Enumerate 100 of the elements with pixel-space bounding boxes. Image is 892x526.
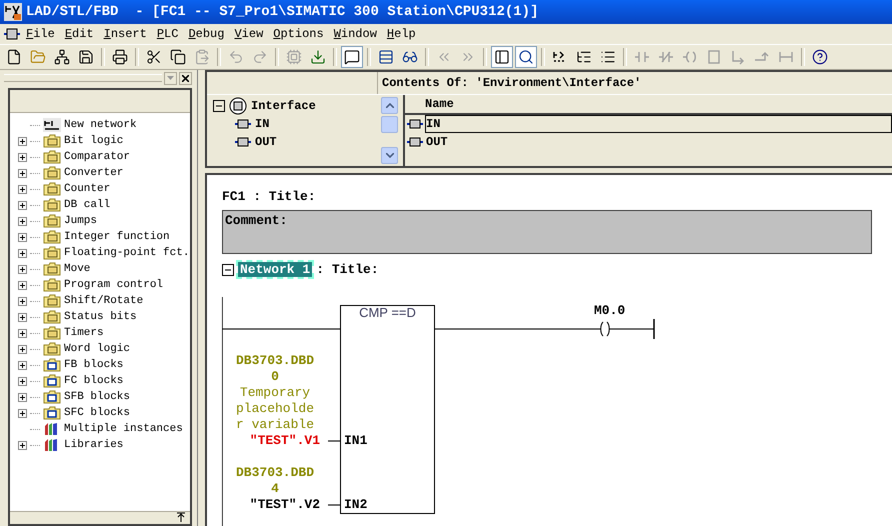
toolbar-button[interactable]	[341, 46, 363, 68]
block-type: CMP ==D	[358, 305, 417, 320]
nc-contact-icon	[658, 49, 674, 65]
catalog-label: Converter	[64, 167, 124, 179]
menu-item[interactable]: View	[230, 27, 268, 41]
catalog-label: Comparator	[64, 151, 130, 163]
catalog-item[interactable]: Status bits	[18, 309, 190, 325]
output-address[interactable]: M0.0	[594, 303, 626, 318]
folder-icon	[43, 166, 61, 180]
block-folder-icon	[43, 390, 61, 404]
contact-icon	[634, 49, 650, 65]
grip-bar[interactable]	[4, 74, 162, 82]
menu-item[interactable]: Help	[382, 27, 420, 41]
catalog-label: SFB blocks	[64, 391, 130, 403]
catalog-item[interactable]: New network	[18, 117, 190, 133]
scroll-down-icon[interactable]	[386, 153, 394, 158]
network-title: : Title:	[316, 262, 379, 278]
folder-icon	[43, 150, 61, 164]
expand-icon[interactable]	[18, 152, 27, 162]
coil-drawing[interactable]	[600, 322, 610, 337]
expand-icon[interactable]	[18, 408, 27, 418]
menu-item[interactable]: Debug	[184, 27, 228, 41]
catalog-item[interactable]: Shift/Rotate	[18, 293, 190, 309]
catalog-item[interactable]: Move	[18, 261, 190, 277]
catalog-item[interactable]: Bit logic	[18, 133, 190, 149]
function-block[interactable]	[340, 305, 435, 514]
close-button[interactable]	[179, 72, 192, 84]
menu-item[interactable]: Window	[330, 27, 381, 41]
menu-item[interactable]: Insert	[100, 27, 151, 41]
tree-item[interactable]: Interface	[213, 97, 381, 115]
help-icon	[812, 49, 828, 65]
expand-icon[interactable]	[18, 440, 27, 450]
expand-icon[interactable]	[18, 136, 27, 146]
menu-item[interactable]: File	[22, 27, 59, 41]
table-cell[interactable]: IN	[425, 115, 892, 133]
catalog-label: Counter	[64, 183, 110, 195]
pin-label: IN1	[344, 433, 368, 448]
catalog-item[interactable]: Counter	[18, 181, 190, 197]
expand-icon[interactable]	[18, 184, 27, 194]
catalog-item[interactable]: Converter	[18, 165, 190, 181]
table-cell[interactable]: OUT	[425, 133, 892, 151]
input-note: Temporary placeholder variable	[236, 385, 314, 434]
menu-item[interactable]: PLC	[152, 27, 182, 41]
catalog-item[interactable]: SFC blocks	[18, 405, 190, 421]
catalog-item[interactable]: Integer function	[18, 229, 190, 245]
expand-icon[interactable]	[18, 392, 27, 402]
collapse-icon[interactable]	[213, 100, 225, 112]
network-label[interactable]: Network 1	[238, 262, 312, 278]
scroll-up-icon[interactable]	[386, 103, 394, 108]
collapse-icon[interactable]	[222, 264, 234, 276]
expand-icon[interactable]	[18, 264, 27, 274]
column-header[interactable]: Name	[425, 97, 454, 111]
panel-icon	[494, 49, 510, 65]
menu-item[interactable]: Edit	[60, 27, 98, 41]
input-symbol[interactable]: "TEST".V1	[250, 433, 320, 450]
expand-icon[interactable]	[18, 200, 27, 210]
paste-icon	[194, 49, 210, 65]
glasses-icon	[402, 49, 418, 65]
expand-icon[interactable]	[18, 344, 27, 354]
catalog-item[interactable]: SFB blocks	[18, 389, 190, 405]
catalog-item[interactable]: Word logic	[18, 341, 190, 357]
catalog-item[interactable]: Timers	[18, 325, 190, 341]
folder-icon	[43, 134, 61, 148]
input-symbol[interactable]: "TEST".V2	[250, 497, 320, 514]
tree-item[interactable]: IN	[213, 115, 381, 133]
expand-icon[interactable]	[18, 376, 27, 386]
comment-field[interactable]: Comment:	[222, 210, 872, 254]
toolbar-button[interactable]	[515, 46, 537, 68]
catalog-item[interactable]: Jumps	[18, 213, 190, 229]
scrollbar[interactable]	[381, 95, 397, 166]
scroll-thumb[interactable]	[381, 116, 398, 133]
printer-icon	[112, 49, 128, 65]
expand-icon[interactable]	[18, 328, 27, 338]
catalog-item[interactable]: Program control	[18, 277, 190, 293]
catalog-label: Program control	[64, 279, 164, 291]
catalog-item[interactable]: Libraries	[18, 437, 190, 453]
open-folder-icon	[30, 49, 46, 65]
catalog-item[interactable]: FB blocks	[18, 357, 190, 373]
folder-icon	[43, 262, 61, 276]
expand-icon[interactable]	[18, 168, 27, 178]
close-icon	[182, 74, 189, 82]
expand-icon[interactable]	[18, 360, 27, 370]
catalog-item[interactable]: DB call	[18, 197, 190, 213]
menu-item[interactable]: Options	[269, 27, 328, 41]
parameter-icon	[407, 137, 423, 147]
expand-icon[interactable]	[18, 232, 27, 242]
catalog-label: Move	[64, 263, 90, 275]
expand-icon[interactable]	[18, 296, 27, 306]
expand-icon[interactable]	[18, 312, 27, 322]
expand-icon[interactable]	[18, 280, 27, 290]
catalog-item[interactable]: Comparator	[18, 149, 190, 165]
expand-icon[interactable]	[18, 216, 27, 226]
catalog-item[interactable]: FC blocks	[18, 373, 190, 389]
toolbar-button[interactable]	[491, 46, 513, 68]
tree-item[interactable]: OUT	[213, 133, 381, 151]
folder-icon	[43, 182, 61, 196]
catalog-item[interactable]: Multiple instances	[18, 421, 190, 437]
catalog-item[interactable]: Floating-point fct.	[18, 245, 190, 261]
expand-icon[interactable]	[18, 248, 27, 258]
undo-icon	[228, 49, 244, 65]
